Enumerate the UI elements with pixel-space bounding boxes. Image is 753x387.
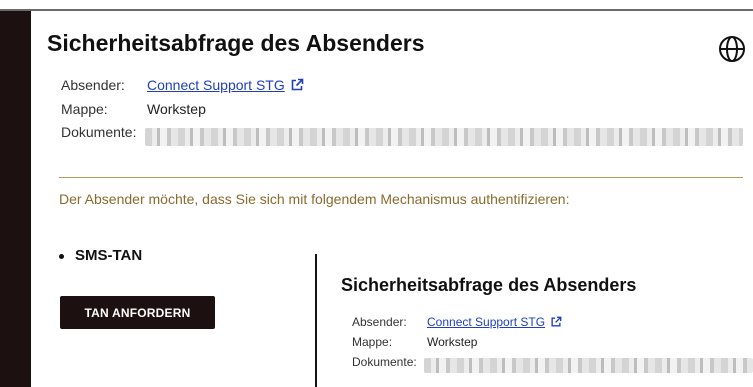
overlay-documents-list-redacted [424, 358, 753, 373]
request-tan-button[interactable]: TAN ANFORDERN [60, 296, 215, 329]
overlay-folder-row: Mappe: Workstep [352, 335, 477, 349]
documents-row: Dokumente: [61, 124, 136, 140]
overlay-documents-row: Dokumente: [352, 355, 417, 369]
overlay-folder-label: Mappe: [352, 335, 393, 349]
external-link-icon[interactable] [290, 78, 304, 92]
overlay-title: Sicherheitsabfrage des Absenders [341, 275, 637, 295]
documents-list-redacted [145, 128, 743, 146]
overlay-sender-link[interactable]: Connect Support STG [427, 315, 545, 329]
sender-label: Absender: [61, 77, 125, 93]
sender-row: Absender: Connect Support STG [61, 77, 304, 93]
folder-row: Mappe: Workstep [61, 101, 206, 117]
bullet-icon [59, 253, 64, 259]
auth-method-label: SMS-TAN [75, 247, 143, 264]
left-sidebar-strip [0, 11, 31, 387]
overlay-folder-value: Workstep [427, 335, 478, 349]
auth-method-item: SMS-TAN [59, 247, 142, 264]
overlay-sender-value: Connect Support STG [427, 315, 562, 329]
external-link-icon[interactable] [550, 316, 562, 328]
folder-value: Workstep [147, 101, 206, 117]
folder-label: Mappe: [61, 101, 108, 117]
sender-value: Connect Support STG [147, 77, 304, 93]
page-title: Sicherheitsabfrage des Absenders [47, 30, 425, 56]
overlay-sender-label: Absender: [352, 315, 407, 329]
sender-link[interactable]: Connect Support STG [147, 77, 285, 93]
overlay-dialog-preview: Sicherheitsabfrage des Absenders Absende… [315, 254, 753, 387]
top-edge [0, 0, 753, 9]
overlay-sender-row: Absender: Connect Support STG [352, 315, 562, 329]
globe-icon[interactable] [718, 35, 746, 63]
overlay-documents-label: Dokumente: [352, 355, 417, 369]
documents-label: Dokumente: [61, 124, 137, 140]
divider [59, 177, 743, 178]
auth-instruction: Der Absender möchte, dass Sie sich mit f… [59, 191, 570, 207]
